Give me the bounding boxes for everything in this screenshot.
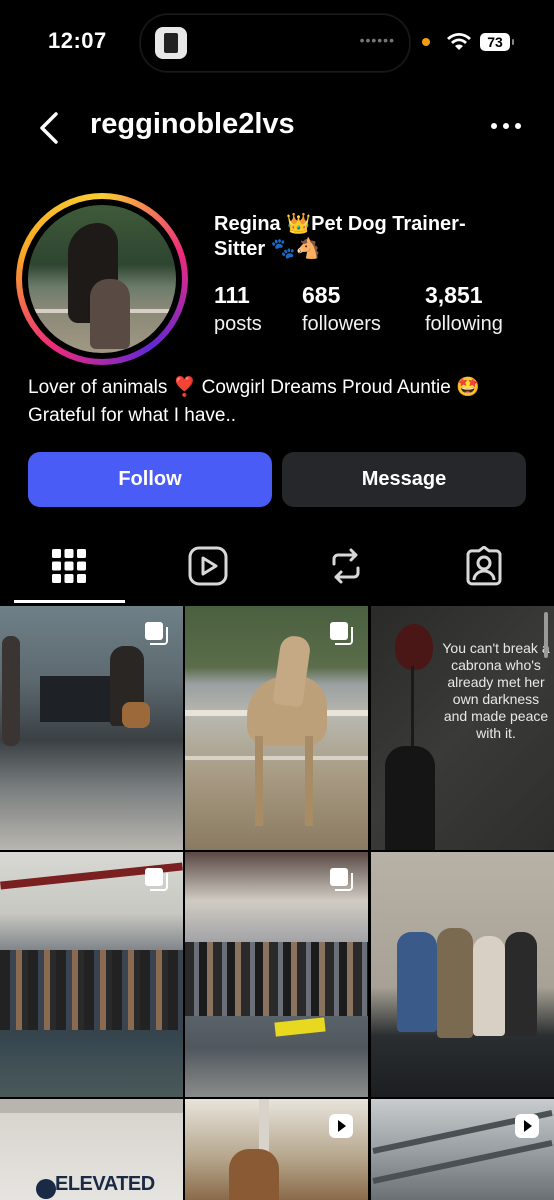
carousel-icon (145, 622, 168, 645)
selected-tab-indicator (14, 600, 125, 603)
followers-stat[interactable]: 685 followers (302, 282, 381, 336)
reel-icon (515, 1114, 539, 1138)
dynamic-island: •••••• (140, 14, 410, 72)
grid-post[interactable]: ELEVATED (0, 1099, 183, 1200)
battery-indicator: 73 (480, 33, 514, 51)
followers-label: followers (302, 313, 381, 335)
follow-button[interactable]: Follow (28, 452, 272, 507)
island-dots: •••••• (359, 32, 395, 48)
following-stat[interactable]: 3,851 following (425, 282, 503, 336)
profile-username: regginoble2lvs (90, 108, 295, 140)
grid-post[interactable] (0, 852, 183, 1097)
grid-post[interactable] (185, 606, 368, 850)
quote-text: You can't break a cabrona who's already … (442, 640, 550, 741)
profile-bio: Lover of animals ❣️ Cowgirl Dreams Proud… (28, 377, 480, 426)
live-activity-app-icon (155, 27, 187, 59)
back-arrow-icon[interactable] (34, 110, 70, 146)
message-button[interactable]: Message (282, 452, 526, 507)
wifi-icon (447, 33, 471, 50)
posts-count: 111 (214, 282, 250, 308)
tagged-person-icon[interactable] (464, 546, 504, 586)
carousel-icon (145, 868, 168, 891)
grid-post[interactable] (371, 852, 554, 1097)
carousel-icon (330, 622, 353, 645)
more-options-icon[interactable] (490, 116, 522, 136)
scrollbar[interactable] (544, 612, 548, 658)
privacy-indicator-dot (422, 38, 430, 46)
grid-post[interactable] (185, 1099, 368, 1200)
grid-icon[interactable] (49, 546, 89, 586)
reel-icon (329, 1114, 353, 1138)
profile-avatar[interactable] (16, 193, 188, 365)
repost-icon[interactable] (326, 546, 366, 586)
followers-count: 685 (302, 282, 341, 308)
reels-play-icon[interactable] (188, 546, 228, 586)
grid-post[interactable] (371, 1099, 554, 1200)
grid-post[interactable]: You can't break a cabrona who's already … (371, 606, 554, 850)
brand-text: ELEVATED (55, 1173, 155, 1195)
status-time: 12:07 (48, 28, 107, 53)
posts-label: posts (214, 313, 262, 335)
posts-stat: 111 posts (214, 282, 262, 336)
grid-post[interactable] (0, 606, 183, 850)
profile-display-name: Regina 👑Pet Dog Trainer-Sitter 🐾🐴 (214, 213, 466, 260)
following-count: 3,851 (425, 282, 483, 308)
following-label: following (425, 313, 503, 335)
grid-post[interactable] (185, 852, 368, 1097)
carousel-icon (330, 868, 353, 891)
